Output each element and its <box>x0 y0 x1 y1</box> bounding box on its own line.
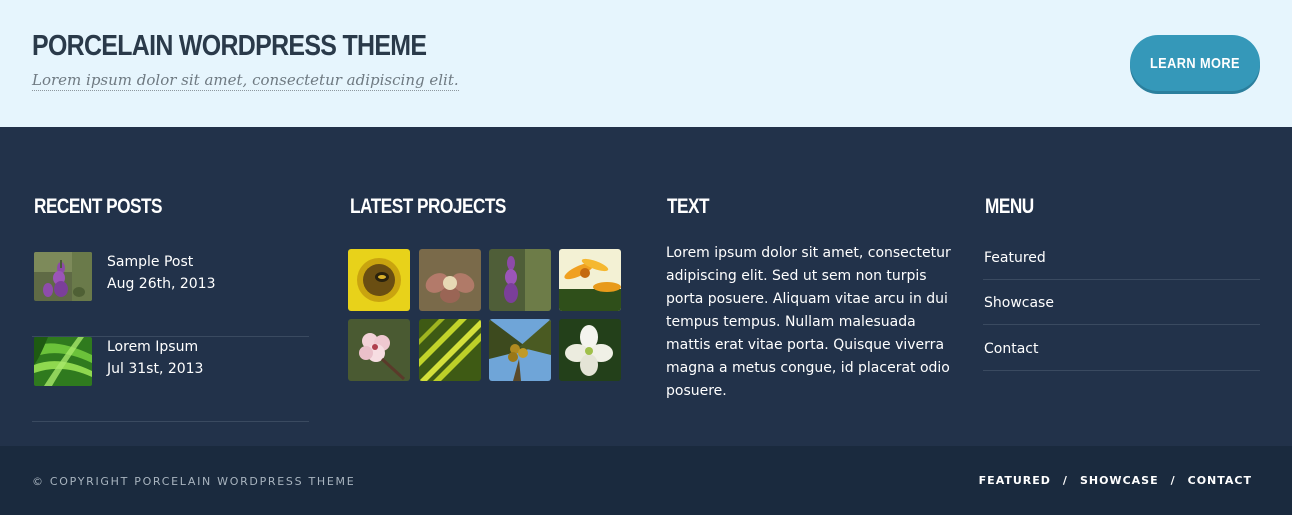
brown-flower-bud-thumb[interactable] <box>419 249 481 311</box>
menu-item-contact[interactable]: Contact <box>983 325 1260 371</box>
menu-item-label[interactable]: Showcase <box>984 295 1054 311</box>
footer-link-contact[interactable]: CONTACT <box>1188 474 1252 487</box>
post-title[interactable]: Lorem Ipsum <box>107 339 198 355</box>
recent-post-item[interactable]: Sample Post Aug 26th, 2013 <box>32 252 309 337</box>
post-title[interactable]: Sample Post <box>107 254 193 270</box>
purple-lupine-flower-icon[interactable] <box>34 252 92 301</box>
learn-more-button[interactable]: LEARN MORE <box>1130 35 1260 91</box>
learn-more-label: LEARN MORE <box>1150 54 1240 72</box>
post-date: Aug 26th, 2013 <box>107 276 216 292</box>
footer-nav-separator: / <box>1170 474 1176 487</box>
pink-cherry-blossom-thumb[interactable] <box>348 319 410 381</box>
green-leaves-icon[interactable] <box>34 337 92 386</box>
yellow-palm-leaf-thumb[interactable] <box>419 319 481 381</box>
palm-tree-coconuts-thumb[interactable] <box>489 319 551 381</box>
footer-link-featured[interactable]: FEATURED <box>979 474 1051 487</box>
menu-item-showcase[interactable]: Showcase <box>983 279 1260 325</box>
site-tagline: Lorem ipsum dolor sit amet, consectetur … <box>32 71 459 91</box>
latest-projects-title: LATEST PROJECTS <box>350 195 506 218</box>
copyright-text: © COPYRIGHT PORCELAIN WORDPRESS THEME <box>32 475 356 488</box>
recent-posts-title: RECENT POSTS <box>34 195 163 218</box>
site-title: PORCELAIN WORDPRESS THEME <box>32 30 427 62</box>
menu-item-label[interactable]: Contact <box>984 341 1038 357</box>
white-dogwood-thumb[interactable] <box>559 319 621 381</box>
footer-widgets: RECENT POSTS Sample Post Aug 26th, 2013 <box>0 127 1292 446</box>
post-date: Jul 31st, 2013 <box>107 361 204 377</box>
menu-item-label[interactable]: Featured <box>984 250 1046 266</box>
text-widget-title: TEXT <box>667 195 710 218</box>
sunflower-bee-thumb[interactable] <box>348 249 410 311</box>
footer-link-showcase[interactable]: SHOWCASE <box>1080 474 1159 487</box>
menu-item-featured[interactable]: Featured <box>983 234 1260 280</box>
text-widget-body: Lorem ipsum dolor sit amet, consectetur … <box>666 245 951 399</box>
menu-widget-title: MENU <box>985 195 1034 218</box>
footer-nav-separator: / <box>1062 474 1068 487</box>
top-banner: PORCELAIN WORDPRESS THEME Lorem ipsum do… <box>0 0 1292 127</box>
recent-post-item[interactable]: Lorem Ipsum Jul 31st, 2013 <box>32 337 309 422</box>
site-footer: © COPYRIGHT PORCELAIN WORDPRESS THEME FE… <box>0 446 1292 515</box>
orange-daisies-thumb[interactable] <box>559 249 621 311</box>
purple-lupine-thumb[interactable] <box>489 249 551 311</box>
footer-nav: FEATURED / SHOWCASE / CONTACT <box>979 474 1252 487</box>
